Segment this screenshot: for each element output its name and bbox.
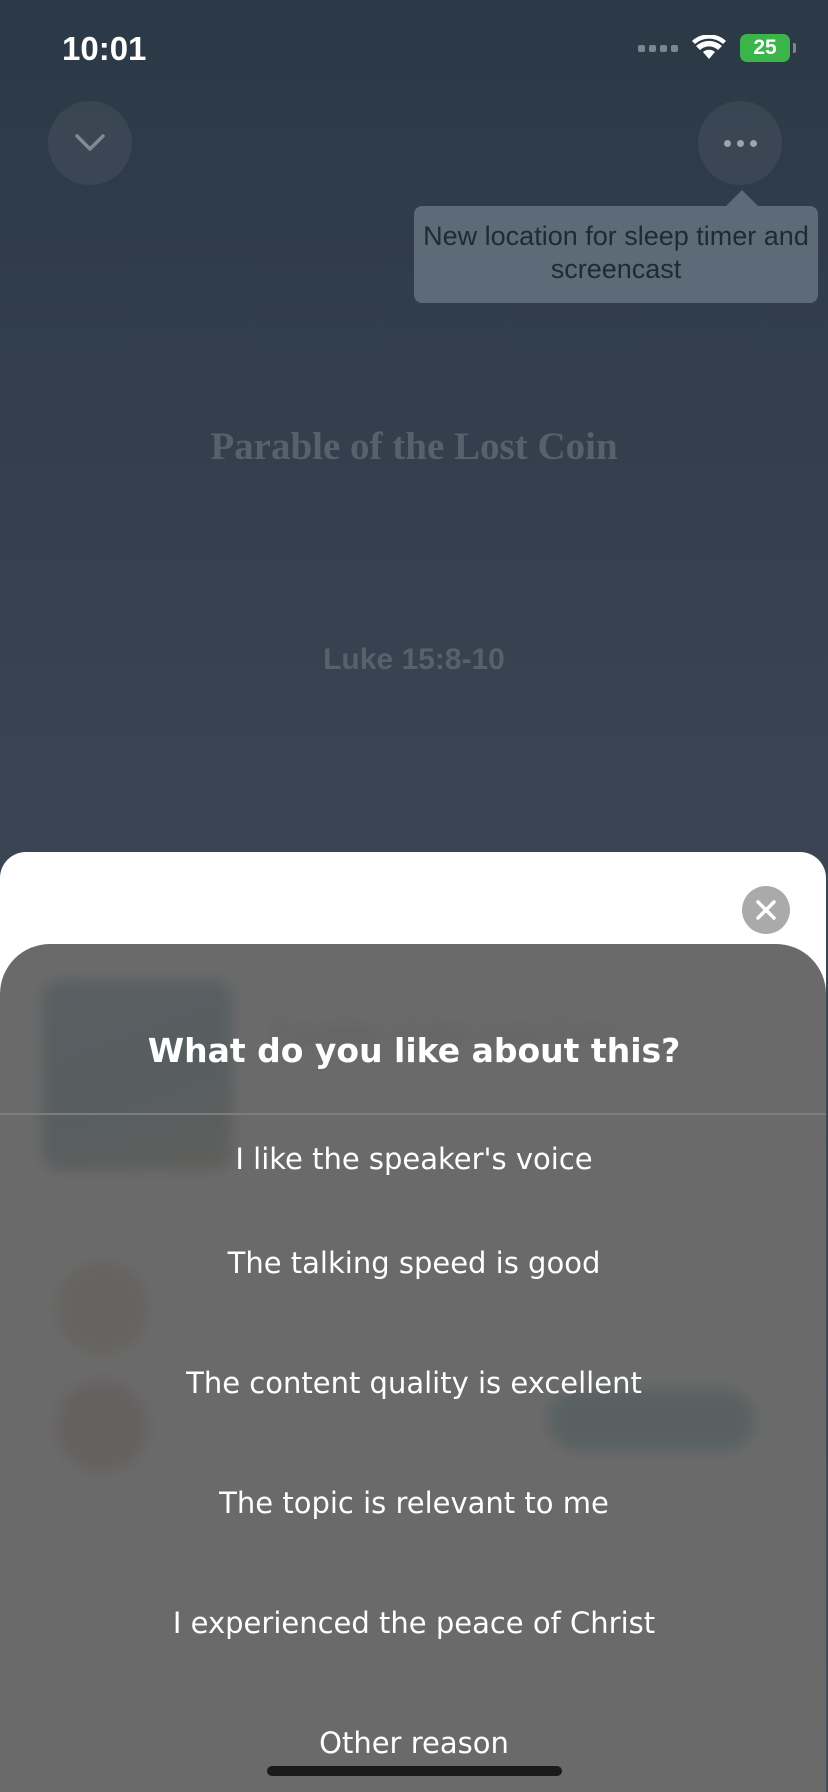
close-icon [756, 900, 776, 920]
chevron-down-icon [75, 134, 105, 151]
signal-icon [638, 44, 678, 52]
feedback-option[interactable]: I experienced the peace of Christ [0, 1598, 828, 1648]
episode-title: Parable of the Lost Coin [210, 425, 618, 468]
scripture-reference: Luke 15:8-10 [323, 643, 505, 676]
status-time: 10:01 [62, 30, 147, 67]
sleep-timer-tooltip[interactable]: New location for sleep timer and screenc… [414, 206, 818, 303]
feedback-option[interactable]: The topic is relevant to me [0, 1478, 828, 1528]
divider [0, 1113, 826, 1115]
feedback-option[interactable]: Other reason [0, 1718, 828, 1768]
feedback-option[interactable]: The talking speed is good [0, 1238, 828, 1288]
more-icon [723, 139, 757, 147]
app-screen: 10:01 25 New location for sleep timer an… [0, 0, 828, 1792]
status-icons: 25 [638, 34, 796, 62]
feedback-option[interactable]: I like the speaker's voice [0, 1134, 828, 1184]
collapse-button[interactable] [48, 101, 132, 185]
home-indicator [267, 1766, 562, 1776]
more-options-button[interactable] [698, 101, 782, 185]
feedback-option[interactable]: The content quality is excellent [0, 1358, 828, 1408]
battery-indicator: 25 [740, 34, 796, 62]
close-button[interactable] [742, 886, 790, 934]
feedback-title: What do you like about this? [147, 1031, 681, 1070]
wifi-icon [692, 35, 726, 59]
tooltip-arrow [726, 190, 758, 206]
